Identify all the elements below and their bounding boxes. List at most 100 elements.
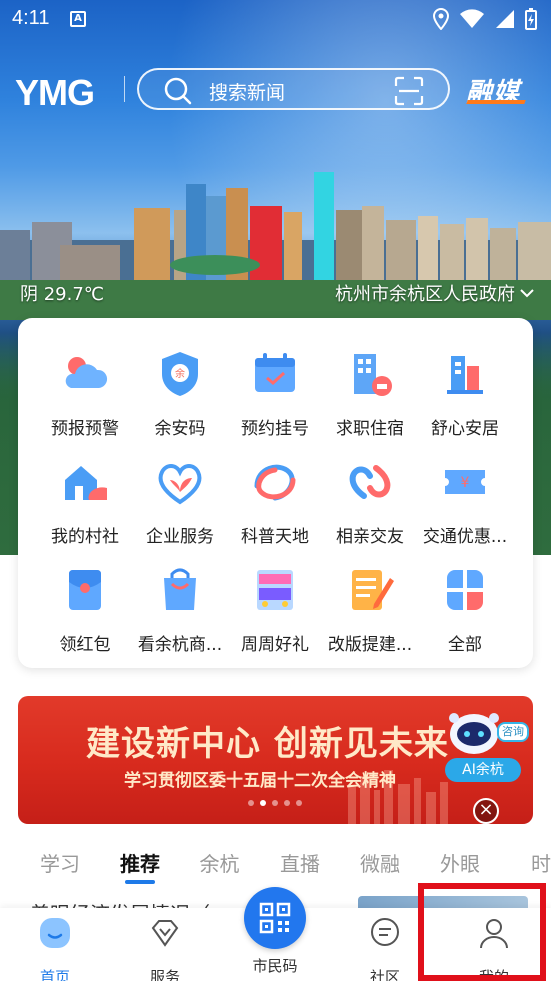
location-label: 杭州市余杭区人民政府	[335, 284, 515, 305]
service-grid-card: 预报预警 余 余安码 预约挂号 求职住宿 舒心安居 我的村社 企业服务 科普天地…	[18, 318, 533, 668]
service-label: 预约挂号	[241, 419, 309, 439]
service-label: 改版提建...	[327, 635, 413, 655]
service-red-packet[interactable]: 领红包	[37, 564, 133, 655]
service-my-village[interactable]: 我的村社	[37, 456, 133, 547]
service-label: 舒心安居	[431, 419, 499, 439]
tab-yuhang[interactable]: 余杭	[160, 842, 279, 886]
highlight-annotation	[418, 883, 546, 981]
ai-robot-icon[interactable]	[444, 704, 504, 760]
service-label: 看余杭商...	[137, 635, 223, 655]
service-label: 交通优惠...	[422, 527, 508, 547]
nav-label-citizen-code[interactable]: 市民码	[240, 955, 310, 976]
wifi-icon	[460, 9, 484, 28]
service-feedback[interactable]: 改版提建...	[322, 564, 418, 655]
qr-code-icon	[259, 902, 291, 934]
service-label: 企业服务	[146, 527, 214, 547]
search-bar[interactable]: 搜索新闻	[137, 68, 450, 110]
service-label: 余安码	[154, 419, 206, 439]
service-traffic-discount[interactable]: ¥ 交通优惠...	[417, 456, 513, 547]
battery-charging-icon	[525, 8, 537, 30]
banner-dot	[284, 800, 290, 806]
scan-icon[interactable]	[394, 76, 424, 106]
service-label: 相亲交友	[336, 527, 404, 547]
citizen-code-button[interactable]	[244, 887, 306, 949]
diamond-icon	[151, 920, 179, 947]
calendar-check-icon	[255, 353, 295, 392]
nav-home[interactable]: 首页	[15, 916, 95, 981]
ai-consult-badge[interactable]: 咨询	[497, 722, 529, 742]
news-tabs: 学习 推荐 余杭 直播 微融 外眼 时	[0, 842, 551, 886]
notepad-pencil-icon	[352, 570, 394, 610]
home-icon	[40, 918, 70, 948]
svg-text:余: 余	[175, 367, 185, 380]
linked-hearts-icon	[349, 465, 391, 499]
nav-service[interactable]: 服务	[125, 916, 205, 981]
banner-subtitle: 学习贯彻区委十五届十二次全会精神	[124, 771, 396, 791]
tab-weirong[interactable]: 微融	[321, 842, 439, 886]
tab-study[interactable]: 学习	[0, 842, 120, 886]
tab-more[interactable]: 时	[481, 842, 551, 886]
service-comfort-housing[interactable]: 舒心安居	[417, 348, 513, 439]
ymg-logo[interactable]: YMG	[15, 72, 95, 114]
service-weekly-gift[interactable]: 周周好礼	[227, 564, 323, 655]
housing-bars-icon	[447, 356, 483, 394]
service-science[interactable]: 科普天地	[227, 456, 323, 547]
service-label: 我的村社	[51, 527, 119, 547]
status-time: 4:11	[12, 7, 50, 29]
service-yuhang-shop[interactable]: 看余杭商...	[132, 564, 228, 655]
banner-dot	[248, 800, 254, 806]
chevron-down-icon	[520, 289, 534, 298]
search-placeholder: 搜索新闻	[209, 82, 286, 104]
banner-dot-active	[260, 800, 266, 806]
shield-code-icon: 余	[162, 352, 198, 396]
gift-poster-icon	[257, 570, 293, 610]
village-house-icon	[65, 466, 107, 500]
app-notification-icon: A	[70, 11, 86, 27]
status-indicators	[433, 8, 537, 30]
weather-readout: 阴 29.7℃	[20, 284, 105, 305]
grid-all-icon	[447, 570, 483, 610]
heart-sprout-icon	[158, 464, 202, 505]
header-divider	[124, 76, 125, 102]
nav-label: 社区	[369, 968, 400, 981]
service-job-lodging[interactable]: 求职住宿	[322, 348, 418, 439]
service-label: 科普天地	[241, 527, 309, 547]
shopping-bag-icon	[164, 568, 196, 610]
service-yuan-code[interactable]: 余 余安码	[132, 348, 228, 439]
close-icon[interactable]: ×	[473, 798, 499, 824]
chat-bubble-icon	[371, 918, 399, 946]
location-icon	[433, 8, 449, 30]
tab-live[interactable]: 直播	[279, 842, 321, 886]
nav-community[interactable]: 社区	[345, 916, 425, 981]
ticket-yen-icon: ¥	[445, 470, 485, 494]
red-packet-icon	[69, 570, 101, 610]
service-enterprise[interactable]: 企业服务	[132, 456, 228, 547]
signal-icon	[496, 10, 514, 28]
service-appointment[interactable]: 预约挂号	[227, 348, 323, 439]
service-label: 领红包	[59, 635, 111, 655]
nav-label: 首页	[39, 968, 70, 981]
rongmei-underline	[466, 100, 526, 104]
service-label: 求职住宿	[336, 419, 404, 439]
tab-active-indicator	[125, 880, 155, 884]
svg-text:¥: ¥	[461, 475, 470, 491]
service-all[interactable]: 全部	[417, 564, 513, 655]
status-bar: 4:11 A	[0, 0, 551, 40]
service-label: 全部	[448, 635, 482, 655]
ribbon-icon	[254, 464, 296, 501]
building-bed-icon	[354, 354, 392, 396]
banner-title: 建设新中心 创新见未来	[86, 724, 449, 764]
service-dating[interactable]: 相亲交友	[322, 456, 418, 547]
nav-label: 服务	[149, 968, 180, 981]
service-forecast-warning[interactable]: 预报预警	[37, 348, 133, 439]
banner-pagination	[248, 800, 302, 806]
location-selector[interactable]: 杭州市余杭区人民政府	[335, 280, 535, 306]
weather-cloud-icon	[65, 357, 108, 388]
tab-outside-view[interactable]: 外眼	[439, 842, 481, 886]
ai-yuhang-button[interactable]: AI余杭	[445, 758, 521, 782]
banner-dot	[296, 800, 302, 806]
service-label: 预报预警	[51, 419, 119, 439]
banner-dot	[272, 800, 278, 806]
search-icon	[164, 77, 192, 105]
service-label: 周周好礼	[241, 635, 309, 655]
